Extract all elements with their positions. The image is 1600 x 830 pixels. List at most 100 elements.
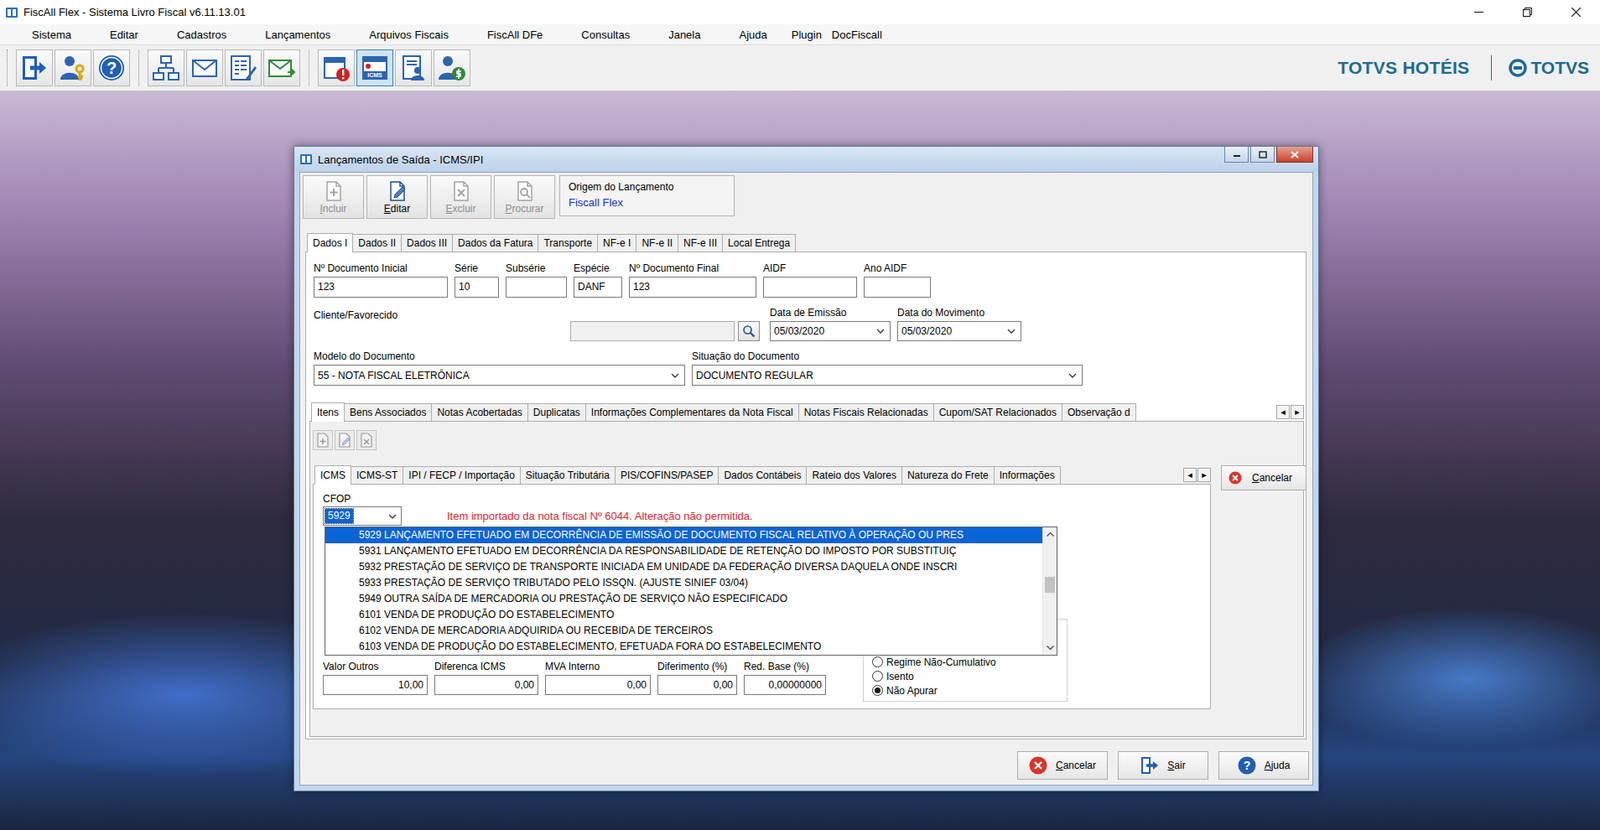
menu-item[interactable]: FiscAll DFe — [467, 28, 562, 42]
radio-circle[interactable] — [872, 656, 884, 668]
menu-item[interactable]: Arquivos Fiscais — [349, 28, 468, 42]
dropdown-option[interactable]: 5949 OUTRA SAÍDA DE MERCADORIA OU PRESTA… — [325, 591, 1043, 608]
text-input[interactable]: DANF — [573, 276, 623, 298]
toolbar-button[interactable]: ? — [93, 49, 130, 87]
toolbar-button[interactable] — [15, 49, 53, 87]
dropdown-option[interactable]: 6103 VENDA DE PRODUÇÃO DO ESTABELECIMENT… — [325, 638, 1043, 655]
dropdown-option[interactable]: 5931 LANÇAMENTO EFETUADO EM DECORRÊNCIA … — [325, 543, 1043, 560]
tab-scroll-button[interactable]: ◂ — [1183, 467, 1197, 483]
radio-option[interactable]: Isento — [872, 669, 1059, 684]
menu-item[interactable]: Plugin — [786, 28, 827, 42]
close-button[interactable] — [1551, 0, 1600, 25]
text-input[interactable]: 123 — [628, 276, 757, 298]
toolbar-button[interactable] — [224, 49, 262, 87]
select[interactable]: DOCUMENTO REGULAR — [691, 364, 1083, 386]
toolbar-button[interactable] — [54, 49, 92, 87]
tab[interactable]: Dados II — [352, 233, 402, 252]
exit-button[interactable]: Sair — [1117, 751, 1209, 780]
tab[interactable]: Notas Fiscais Relacionadas — [798, 403, 935, 421]
dropdown-option[interactable]: 6101 VENDA DE PRODUÇÃO DO ESTABELECIMENT… — [325, 607, 1043, 624]
number-input[interactable]: 10,00 — [322, 675, 428, 696]
dropdown-option[interactable]: 5933 PRESTAÇÃO DE SERVIÇO TRIBUTADO PELO… — [325, 575, 1043, 592]
cfop-select[interactable]: 5929 — [322, 506, 402, 526]
menu-item[interactable]: Janela — [649, 28, 720, 42]
radio-option[interactable]: Regime Não-Cumulativo — [872, 654, 1059, 670]
dropdown-option[interactable]: 5932 PRESTAÇÃO DE SERVIÇO DE TRANSPORTE … — [325, 559, 1043, 576]
tab-scroll-button[interactable]: ◂ — [1276, 405, 1290, 420]
menu-item[interactable]: Cadastros — [157, 28, 246, 42]
tab[interactable]: Observação d — [1061, 403, 1137, 421]
tab-scroll-button[interactable]: ▸ — [1197, 467, 1211, 483]
radio-circle[interactable] — [872, 670, 884, 682]
tab[interactable]: IPI / FECP / Importação — [402, 466, 521, 484]
menu-item[interactable]: DocFiscall — [826, 28, 888, 42]
menu-item[interactable]: Ajuda — [719, 28, 786, 42]
text-input[interactable]: 123 — [313, 276, 448, 298]
tab[interactable]: Informações Complementares da Nota Fisca… — [585, 403, 800, 421]
tab[interactable]: Dados III — [400, 233, 453, 252]
tab[interactable]: Local Entrega — [722, 233, 796, 252]
toolbar-button[interactable] — [433, 49, 471, 87]
toolbar-button[interactable] — [147, 49, 185, 87]
text-input[interactable] — [863, 276, 931, 298]
dropdown-option[interactable]: 6102 VENDA DE MERCADORIA ADQUIRIDA OU RE… — [325, 623, 1043, 639]
scroll-up-icon[interactable] — [1043, 527, 1058, 542]
scroll-down-icon[interactable] — [1043, 640, 1058, 655]
tab-scroll-button[interactable]: ▸ — [1290, 405, 1304, 420]
number-input[interactable]: 0,00000000 — [743, 675, 826, 696]
action-button[interactable]: Editar — [366, 175, 428, 219]
tab[interactable]: Transporte — [537, 233, 598, 252]
item-cancel-button[interactable]: Cancelar — [1220, 465, 1307, 491]
menu-item[interactable]: Sistema — [12, 28, 91, 42]
select[interactable]: 55 - NOTA FISCAL ELETRÔNICA — [313, 364, 686, 386]
menu-item[interactable]: Consultas — [561, 28, 650, 42]
number-input[interactable]: 0,00 — [657, 675, 738, 696]
radio-option[interactable]: Não Apurar — [872, 683, 1059, 698]
minimize-button[interactable] — [1454, 0, 1503, 25]
radio-circle[interactable] — [872, 685, 884, 697]
dropdown-scrollbar[interactable] — [1042, 527, 1057, 655]
scrollbar-thumb[interactable] — [1044, 576, 1055, 593]
tab[interactable]: NF-e III — [677, 233, 723, 252]
number-input[interactable]: 0,00 — [434, 675, 539, 696]
restore-button[interactable] — [1502, 0, 1552, 25]
toolbar-button[interactable] — [317, 49, 355, 87]
toolbar-button[interactable] — [186, 49, 224, 87]
client-search-button[interactable] — [737, 321, 760, 342]
help-button[interactable]: ?Ajuda — [1218, 751, 1310, 780]
tab[interactable]: NF-e I — [597, 233, 637, 252]
number-input[interactable]: 0,00 — [545, 675, 651, 696]
cancel-button[interactable]: Cancelar — [1017, 751, 1108, 780]
text-input[interactable]: 10 — [454, 276, 499, 298]
tab[interactable]: Dados I — [306, 233, 354, 253]
menu-item[interactable]: Lançamentos — [245, 28, 350, 42]
tab[interactable]: Natureza do Frete — [901, 466, 995, 484]
dialog-minimize-button[interactable] — [1224, 146, 1249, 163]
tab[interactable]: Situação Tributária — [519, 466, 616, 484]
menu-item[interactable]: Editar — [90, 28, 158, 42]
date-picker[interactable]: 05/03/2020 — [897, 321, 1022, 342]
tab[interactable]: Duplicatas — [527, 403, 587, 421]
tab[interactable]: Informações — [993, 466, 1061, 484]
tab[interactable]: Dados Contábeis — [717, 466, 807, 484]
tab[interactable]: Dados da Fatura — [451, 233, 539, 252]
tab[interactable]: Cupom/SAT Relacionados — [933, 403, 1063, 421]
text-input[interactable] — [763, 276, 858, 298]
tab[interactable]: NF-e II — [635, 233, 679, 252]
dialog-close-button[interactable] — [1276, 146, 1314, 163]
toolbar-button[interactable]: ICMS — [356, 49, 394, 87]
tab[interactable]: PIS/COFINS/PASEP — [614, 466, 719, 484]
tab[interactable]: Rateio dos Valores — [805, 466, 903, 484]
toolbar-button[interactable] — [263, 49, 301, 87]
dropdown-option[interactable]: 5929 LANÇAMENTO EFETUADO EM DECORRÊNCIA … — [325, 527, 1043, 544]
tab[interactable]: Bens Associados — [343, 403, 432, 421]
date-picker[interactable]: 05/03/2020 — [769, 321, 891, 342]
tab[interactable]: ICMS-ST — [350, 466, 404, 484]
tab[interactable]: ICMS — [314, 465, 352, 485]
toolbar-button[interactable] — [394, 49, 432, 87]
item-toolbar — [312, 430, 1300, 452]
tab[interactable]: Notas Acobertadas — [431, 403, 528, 421]
tab[interactable]: Itens — [311, 402, 345, 422]
text-input[interactable] — [505, 276, 567, 298]
dialog-maximize-button[interactable] — [1250, 146, 1275, 163]
